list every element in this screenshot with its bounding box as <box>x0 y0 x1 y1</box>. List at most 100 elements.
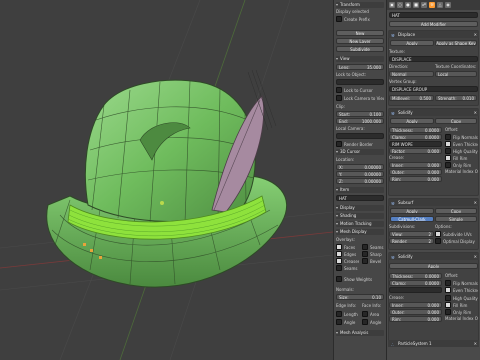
outer-field[interactable]: Outer: 0.000 <box>389 169 442 175</box>
close-icon[interactable]: ✕ <box>474 31 477 38</box>
displace-header[interactable]: ⚒ Displace ✕ <box>388 31 479 38</box>
clip-start-field[interactable]: Start: 0.100 <box>336 111 384 117</box>
transform-header[interactable]: Transform <box>336 2 384 8</box>
edge-angle-check[interactable]: Angle <box>336 319 359 325</box>
thickness-field[interactable]: Thickness: 0.0000 <box>389 127 442 133</box>
only-rim-check[interactable]: Only Rim <box>445 162 478 168</box>
fill-rim-check[interactable]: Fill Rim <box>445 155 478 161</box>
close-icon[interactable]: ✕ <box>474 253 477 260</box>
simple-tab[interactable]: Simple <box>435 216 477 222</box>
cursor-x-field[interactable]: X: 0.00000 <box>336 164 384 170</box>
high-quality-check[interactable]: High Quality <box>445 148 478 154</box>
area-check[interactable]: Area <box>362 311 384 317</box>
apply-shape-key-button[interactable]: Apply as Shape Key <box>435 40 477 46</box>
solidify2-inner-field[interactable]: Inner: 0.000 <box>389 302 442 308</box>
solidify2-apply-button[interactable]: Apply <box>389 263 478 269</box>
new-button[interactable]: New <box>336 30 384 36</box>
subdivide-button[interactable]: Subdivide <box>336 46 384 52</box>
bevel-check[interactable]: Bevel <box>362 258 384 264</box>
close-icon[interactable]: ✕ <box>474 340 477 347</box>
direction-select[interactable]: Normal <box>389 71 434 77</box>
seams-check-2[interactable]: Seams <box>336 265 384 271</box>
solidify2-only-rim-check[interactable]: Only Rim <box>445 309 478 315</box>
optimal-display-check[interactable]: Optimal Display <box>435 238 478 244</box>
clip-end-field[interactable]: End: 1000.000 <box>336 118 384 124</box>
lens-field[interactable]: Lens: 35.000 <box>336 64 384 70</box>
material-icon[interactable]: ◉ <box>445 2 451 8</box>
cursor-3d-header[interactable]: 3D Cursor <box>336 149 384 155</box>
sharp-check[interactable]: Sharp <box>362 251 384 257</box>
solidify2-high-quality-check[interactable]: High Quality <box>445 295 478 301</box>
face-angle-check[interactable]: Angle <box>362 319 384 325</box>
item-header[interactable]: Item <box>336 187 384 193</box>
close-icon[interactable]: ✕ <box>474 199 477 206</box>
solidify-copy-button[interactable]: Copy <box>435 118 477 124</box>
show-weights-check[interactable]: Show Weights <box>336 276 384 282</box>
object-name-field[interactable]: HAT <box>336 195 384 201</box>
creases-check[interactable]: Creases <box>336 258 359 264</box>
create-prefix-check[interactable]: Create Prefix <box>336 16 384 22</box>
shading-header[interactable]: Shading <box>336 213 384 219</box>
subsurf-header[interactable]: ⚒ Subsurf ✕ <box>388 199 479 206</box>
solidify2-rim-field[interactable]: Rim: 0.000 <box>389 316 442 322</box>
view-header[interactable]: View <box>336 56 384 62</box>
cursor-z-field[interactable]: Z: 0.00000 <box>336 178 384 184</box>
data-icon[interactable]: △ <box>437 2 443 8</box>
solidify2-flip-normals-check[interactable]: Flip Normals <box>445 280 478 286</box>
subsurf-view-field[interactable]: View: 2 <box>389 231 434 237</box>
add-modifier-button[interactable]: Add Modifier <box>389 21 478 27</box>
mesh-analysis-header[interactable]: Mesh Analysis <box>336 330 384 336</box>
modifier-icon[interactable]: ⚒ <box>429 2 435 8</box>
catmull-clark-tab[interactable]: Catmull-Clark <box>390 216 434 222</box>
solidify2-thickness-field[interactable]: Thickness: 0.0000 <box>389 273 442 279</box>
solidify2-even-thickness-check[interactable]: Even Thickness <box>445 287 478 293</box>
solidify-header[interactable]: ⚒ Solidify ✕ <box>388 109 479 116</box>
seams-check[interactable]: Seams <box>362 244 384 250</box>
render-icon[interactable]: ▣ <box>389 2 395 8</box>
display-header[interactable]: Display <box>336 205 384 211</box>
rim-field[interactable]: Rim: 0.000 <box>389 176 442 182</box>
particle-system-header[interactable]: ∴ ParticleSystem 1 ✕ <box>388 340 479 347</box>
scene-icon[interactable]: ○ <box>397 2 403 8</box>
local-camera-field[interactable] <box>336 133 384 139</box>
clamp-field[interactable]: Clamp: 0.0000 <box>389 134 442 140</box>
solidify-vgroup-field[interactable]: RIM WOPE <box>389 141 442 147</box>
texture-field[interactable]: DISPLACE <box>389 56 478 62</box>
subdivide-uvs-check[interactable]: Subdivide UVs <box>435 231 478 237</box>
new-layer-button[interactable]: New Layer <box>336 38 384 44</box>
factor-field[interactable]: Factor: 0.000 <box>389 148 442 154</box>
strength-field[interactable]: Strength: 0.010 <box>435 95 477 101</box>
solidify2-clamp-field[interactable]: Clamp: 0.0000 <box>389 280 442 286</box>
even-thickness-check[interactable]: Even Thickness <box>445 141 478 147</box>
solidify2-fill-rim-check[interactable]: Fill Rim <box>445 302 478 308</box>
lock-camera-check[interactable]: Lock Camera to View <box>336 95 384 101</box>
constraint-icon[interactable]: ☍ <box>421 2 427 8</box>
displace-apply-button[interactable]: Apply <box>390 40 434 46</box>
subsurf-render-field[interactable]: Render: 2 <box>389 238 434 244</box>
render-border-check[interactable]: Render Border <box>336 141 384 147</box>
world-icon[interactable]: ● <box>405 2 411 8</box>
subsurf-copy-button[interactable]: Copy <box>435 208 477 214</box>
edges-check[interactable]: Edges <box>336 251 359 257</box>
object-icon[interactable]: ■ <box>413 2 419 8</box>
lock-object-field[interactable] <box>336 79 384 85</box>
3d-viewport[interactable] <box>0 0 333 360</box>
viewport-canvas[interactable] <box>0 0 333 360</box>
object-name-breadcrumb[interactable]: HAT <box>389 12 478 18</box>
close-icon[interactable]: ✕ <box>474 109 477 116</box>
faces-check[interactable]: Faces <box>336 244 359 250</box>
length-check[interactable]: Length <box>336 311 359 317</box>
mesh-display-header[interactable]: Mesh Display <box>336 229 384 235</box>
cursor-y-field[interactable]: Y: 0.00000 <box>336 171 384 177</box>
solidify-apply-button[interactable]: Apply <box>390 118 434 124</box>
normals-size-field[interactable]: Size: 0.10 <box>336 294 384 300</box>
solidify2-header[interactable]: ⚒ Solidify ✕ <box>388 253 479 260</box>
subsurf-apply-button[interactable]: Apply <box>390 208 434 214</box>
texture-coords-select[interactable]: Local <box>435 71 477 77</box>
motion-tracking-header[interactable]: Motion Tracking <box>336 221 384 227</box>
flip-normals-check[interactable]: Flip Normals <box>445 134 478 140</box>
inner-field[interactable]: Inner: 0.000 <box>389 162 442 168</box>
vertex-group-field[interactable]: DISPLACE GROUP <box>389 86 478 92</box>
lock-to-cursor-check[interactable]: Lock to Cursor <box>336 87 384 93</box>
midlevel-field[interactable]: Midlevel: 0.500 <box>389 95 434 101</box>
